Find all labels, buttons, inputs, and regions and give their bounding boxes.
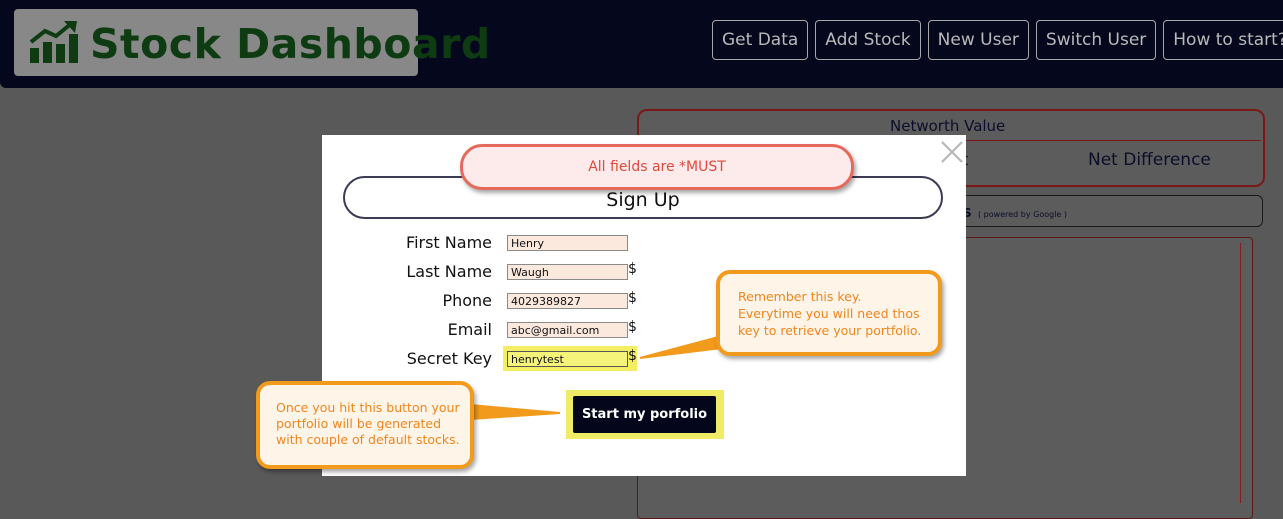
first-name-label: First Name [406, 233, 492, 252]
powered-by-prefix: ( powered by [978, 210, 1034, 219]
start-portfolio-button[interactable]: Start my porfolio [573, 396, 716, 433]
powered-by-suffix: ) [1061, 210, 1068, 219]
last-name-label: Last Name [406, 262, 492, 281]
top-nav: Get Data Add Stock New User Switch User … [712, 20, 1283, 60]
add-stock-button[interactable]: Add Stock [815, 20, 921, 60]
powered-by-brand: Google [1033, 210, 1062, 219]
phone-required-mark: $ [628, 290, 637, 306]
how-to-start-button[interactable]: How to start? [1163, 20, 1283, 60]
secret-key-callout: Remember this key. Everytime you will ne… [716, 270, 942, 356]
secret-key-required-mark: $ [628, 348, 637, 364]
get-data-button[interactable]: Get Data [712, 20, 809, 60]
phone-label: Phone [442, 291, 492, 310]
last-name-field[interactable] [507, 264, 628, 280]
close-icon[interactable] [939, 139, 965, 165]
button-note-line2: portfolio will be generated [276, 416, 442, 431]
key-note-line1: Remember this key. [738, 289, 862, 304]
last-name-required-mark: $ [628, 261, 637, 277]
app-logo[interactable]: Stock Dashboard [14, 9, 490, 76]
button-note-line1: Once you hit this button your [276, 400, 460, 415]
networth-divider [945, 140, 1261, 141]
stock-panel-scrollbar[interactable] [1240, 243, 1255, 503]
secret-key-field[interactable] [507, 351, 628, 367]
switch-user-button[interactable]: Switch User [1035, 20, 1157, 60]
new-user-button[interactable]: New User [927, 20, 1029, 60]
bar-chart-up-icon [29, 21, 78, 63]
net-difference-column: Net Difference [1088, 150, 1211, 170]
networth-title: Networth Value [890, 117, 1006, 135]
key-note-line2: Everytime you will need thos [738, 306, 920, 321]
required-fields-callout: All fields are *MUST [460, 144, 854, 190]
start-button-callout: Once you hit this button your portfolio … [256, 381, 474, 469]
first-name-field[interactable] [507, 235, 628, 251]
app-title: Stock Dashboard [90, 20, 491, 68]
email-required-mark: $ [628, 319, 637, 335]
phone-field[interactable] [507, 293, 628, 309]
email-label: Email [447, 320, 492, 339]
button-note-line3: with couple of default stocks. [276, 432, 460, 447]
key-note-line3: key to retrieve your portfolio. [738, 323, 922, 338]
news-title: S ( powered by Google ) [963, 206, 1067, 220]
email-field[interactable] [507, 322, 628, 338]
secret-key-label: Secret Key [406, 349, 492, 368]
top-header: Stock Dashboard Get Data Add Stock New U… [0, 0, 1283, 88]
